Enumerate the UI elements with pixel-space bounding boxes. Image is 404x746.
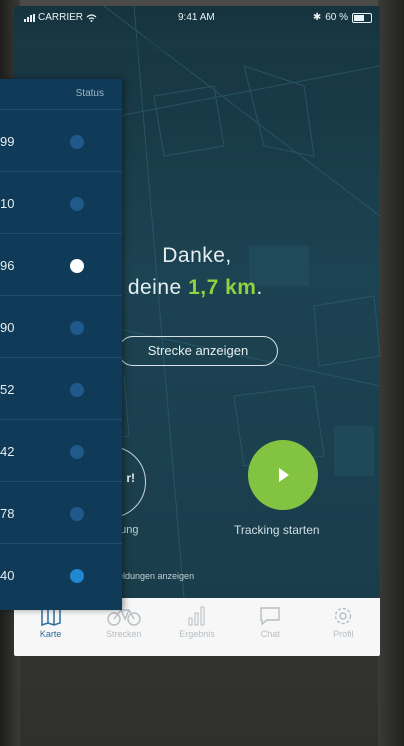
clock: 9:41 AM (178, 12, 215, 23)
bar-chart-icon (188, 606, 205, 626)
status-dot-icon (70, 507, 84, 521)
status-panel: Status 99 10 96 90 52 42 78 40 (0, 79, 122, 610)
play-icon (279, 468, 289, 482)
battery-info: ✱ 60 % (313, 12, 372, 23)
start-tracking-button[interactable] (248, 440, 318, 510)
table-row[interactable]: 42 (0, 419, 122, 481)
phone-edge-right (378, 0, 404, 746)
signal-icon (24, 13, 35, 22)
battery-percent: 60 % (325, 12, 348, 23)
table-row[interactable]: 78 (0, 481, 122, 543)
status-dot-icon (70, 321, 84, 335)
status-dot-icon (70, 197, 84, 211)
tab-label: Profil (333, 629, 354, 639)
row-value: 99 (0, 134, 15, 149)
status-dot-icon (70, 135, 84, 149)
tab-label: Strecken (106, 629, 142, 639)
status-column-title: Status (75, 88, 104, 99)
show-reports-link[interactable]: eldungen anzeigen (118, 571, 194, 581)
row-value: 40 (0, 568, 15, 583)
status-dot-icon (70, 383, 84, 397)
table-row[interactable]: 96 (0, 233, 122, 295)
distance-value: 1,7 km (188, 276, 257, 299)
show-route-button[interactable]: Strecke anzeigen (118, 336, 278, 366)
chat-icon (260, 607, 280, 626)
carrier-info: CARRIER (24, 12, 97, 23)
tab-chat[interactable]: Chat (234, 598, 307, 656)
row-value: 90 (0, 320, 15, 335)
table-row[interactable]: 99 (0, 109, 122, 171)
report-button-text: r! (126, 471, 135, 485)
tab-label: Ergebnis (179, 629, 215, 639)
table-row[interactable]: 10 (0, 171, 122, 233)
row-value: 42 (0, 444, 15, 459)
wifi-icon (86, 13, 97, 22)
row-value: 52 (0, 382, 15, 397)
row-value: 78 (0, 506, 15, 521)
thanks-suffix: . (256, 276, 263, 299)
tab-label: Karte (39, 629, 62, 639)
status-dot-icon (70, 259, 84, 273)
thanks-distance-line: r deine 1,7 km. (114, 276, 263, 300)
table-row[interactable]: 52 (0, 357, 122, 419)
status-header: Status (0, 79, 122, 109)
bluetooth-icon: ✱ (312, 12, 322, 23)
battery-icon (352, 12, 372, 23)
status-bar: CARRIER 9:41 AM ✱ 60 % (14, 6, 380, 28)
table-row[interactable]: 90 (0, 295, 122, 357)
gear-icon (335, 607, 352, 625)
status-dot-icon (70, 569, 84, 583)
tab-label: Chat (260, 629, 280, 639)
thanks-prefix: r deine (114, 276, 182, 299)
tab-ergebnis[interactable]: Ergebnis (160, 598, 233, 656)
table-row[interactable]: 40 (0, 543, 122, 605)
row-value: 10 (0, 196, 15, 211)
tab-profil[interactable]: Profil (307, 598, 380, 656)
carrier-name: CARRIER (38, 12, 84, 23)
status-dot-icon (70, 445, 84, 459)
row-value: 96 (0, 258, 15, 273)
start-tracking-label: Tracking starten (234, 523, 320, 537)
